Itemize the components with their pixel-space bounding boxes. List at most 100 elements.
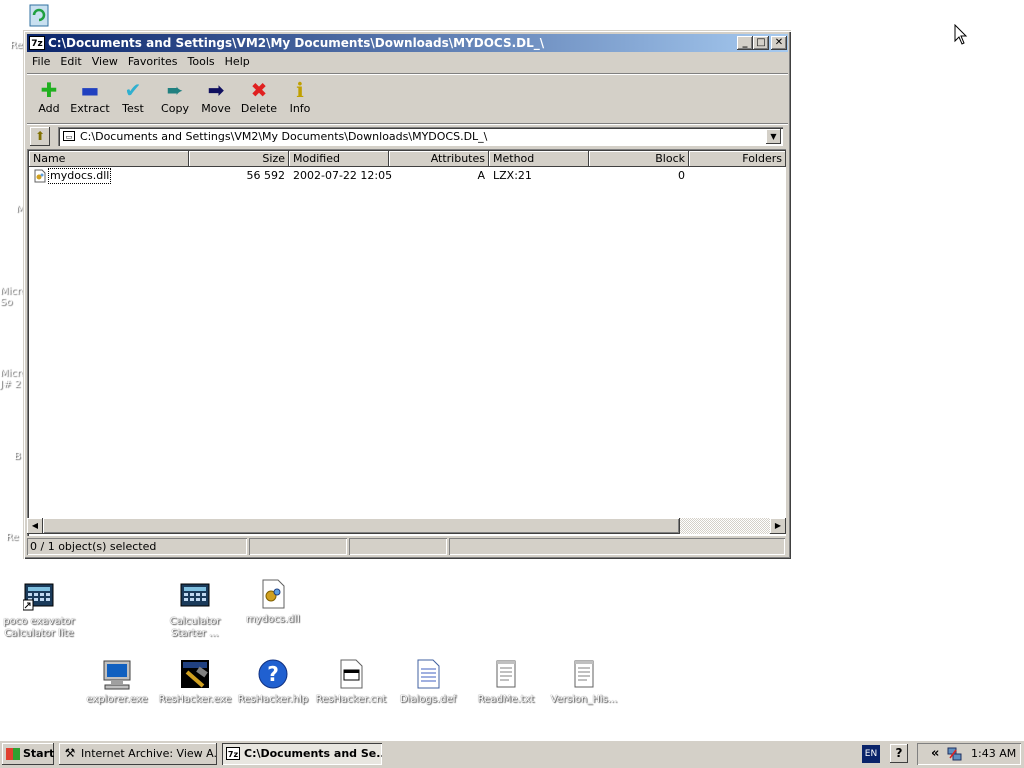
test-button[interactable]: ✔ Test <box>112 78 154 115</box>
show-hidden-icons-chevron[interactable]: « <box>931 746 939 761</box>
network-icon[interactable] <box>947 746 963 765</box>
copy-button[interactable]: ➨ Copy <box>154 78 196 115</box>
desktop-icon-reshacker-hlp[interactable]: ? ResHacker.hlp <box>233 658 313 706</box>
path-combobox[interactable]: ▭ C:\Documents and Settings\VM2\My Docum… <box>58 127 783 146</box>
menu-file[interactable]: File <box>27 53 55 71</box>
desktop-icon-explorer-exe[interactable]: explorer.exe <box>77 658 157 706</box>
desktop-icon-readme-txt[interactable]: ReadMe.txt <box>466 658 546 706</box>
toolbar: ✚ Add ▬ Extract ✔ Test ➨ Copy ➡ Move ✖ D… <box>27 73 788 120</box>
menu-help[interactable]: Help <box>220 53 255 71</box>
menu-favorites[interactable]: Favorites <box>123 53 183 71</box>
windows-logo-icon <box>6 748 20 760</box>
recycle-bin-icon[interactable] <box>26 2 52 28</box>
desktop-icon-mydocs-dll[interactable]: mydocs.dll <box>233 578 313 626</box>
x-icon: ✖ <box>250 78 268 102</box>
file-name[interactable]: mydocs.dll <box>48 168 112 184</box>
move-button[interactable]: ➡ Move <box>195 78 237 115</box>
file-icon <box>33 169 47 188</box>
menu-edit[interactable]: Edit <box>55 53 86 71</box>
close-button[interactable]: ✕ <box>771 36 787 50</box>
clock[interactable]: 1:43 AM <box>971 743 1016 765</box>
delete-button[interactable]: ✖ Delete <box>238 78 280 115</box>
text-file-icon <box>568 658 600 690</box>
column-header-size[interactable]: Size <box>189 151 289 167</box>
info-button[interactable]: ℹ Info <box>279 78 321 115</box>
info-label: Info <box>289 102 311 115</box>
scroll-right-icon[interactable]: ▶ <box>770 518 786 534</box>
help-icon: ? <box>257 658 289 690</box>
calculator-icon <box>179 580 211 612</box>
list-header: Name Size Modified Attributes Method Blo… <box>29 151 786 167</box>
computer-icon <box>101 658 133 690</box>
column-header-name[interactable]: Name <box>29 151 189 167</box>
help-icon[interactable]: ? <box>890 744 908 763</box>
column-header-folders[interactable]: Folders <box>689 151 786 167</box>
chevron-down-icon[interactable]: ▼ <box>766 129 781 144</box>
desktop-icon-label: mydocs.dll <box>246 614 300 625</box>
title-bar[interactable]: 7z C:\Documents and Settings\VM2\My Docu… <box>27 34 788 52</box>
desktop-icon-poco-calculator[interactable]: poco exavator Calculator lite <box>0 580 79 640</box>
menu-tools[interactable]: Tools <box>183 53 220 71</box>
minimize-button[interactable]: _ <box>737 36 753 50</box>
file-modified: 2002-07-22 12:05 <box>293 169 393 182</box>
taskbar-item-7zip[interactable]: 7z C:\Documents and Se... <box>222 743 382 765</box>
cnt-file-icon <box>335 658 367 690</box>
status-pane <box>449 538 785 555</box>
move-label: Move <box>201 102 231 115</box>
start-label: Start <box>23 747 55 760</box>
up-folder-button[interactable]: ⬆ <box>30 127 50 146</box>
check-icon: ✔ <box>124 78 142 102</box>
column-header-modified[interactable]: Modified <box>289 151 389 167</box>
column-header-method[interactable]: Method <box>489 151 589 167</box>
taskbar-item-internet-archive[interactable]: ⚒ Internet Archive: View A... <box>59 743 217 765</box>
copy-arrow-icon: ➨ <box>166 78 184 102</box>
scroll-track[interactable] <box>680 518 770 534</box>
desktop-icon-dialogs-def[interactable]: Dialogs.def <box>388 658 468 706</box>
column-header-block[interactable]: Block <box>589 151 689 167</box>
scroll-left-icon[interactable]: ◀ <box>27 518 43 534</box>
desktop-icon-reshacker-cnt[interactable]: ResHacker.cnt <box>311 658 391 706</box>
desktop-partial-label: B <box>14 451 21 462</box>
move-arrow-icon: ➡ <box>207 78 225 102</box>
mouse-cursor-icon <box>954 23 968 49</box>
file-list[interactable]: Name Size Modified Attributes Method Blo… <box>27 149 786 536</box>
maximize-button[interactable]: □ <box>753 36 769 50</box>
reshacker-icon <box>179 658 211 690</box>
file-method: LZX:21 <box>493 169 532 182</box>
desktop-icon-calculator-starter[interactable]: Calculator Starter ... <box>155 580 235 640</box>
language-indicator[interactable]: EN <box>862 745 880 763</box>
file-attributes: A <box>477 169 485 182</box>
window-title: C:\Documents and Settings\VM2\My Documen… <box>48 36 545 50</box>
start-button[interactable]: Start <box>2 743 54 765</box>
taskbar: Start ⚒ Internet Archive: View A... 7z C… <box>0 740 1024 768</box>
file-block: 0 <box>678 169 685 182</box>
horizontal-scrollbar[interactable]: ◀ ▶ <box>27 518 786 534</box>
column-header-attributes[interactable]: Attributes <box>389 151 489 167</box>
path-text[interactable]: C:\Documents and Settings\VM2\My Documen… <box>80 127 487 146</box>
copy-label: Copy <box>161 102 189 115</box>
add-button[interactable]: ✚ Add <box>28 78 70 115</box>
scroll-thumb[interactable] <box>43 518 680 534</box>
status-pane <box>249 538 347 555</box>
desktop-icon-label: Version_His... <box>550 694 618 705</box>
file-size: 56 592 <box>246 169 286 182</box>
status-pane <box>349 538 447 555</box>
desktop-icon-label: Dialogs.def <box>399 694 457 705</box>
desktop-icon-version-history[interactable]: Version_His... <box>544 658 624 706</box>
hammer-icon: ⚒ <box>64 746 76 760</box>
extract-button[interactable]: ▬ Extract <box>69 78 111 115</box>
dll-icon <box>257 578 289 610</box>
svg-text:?: ? <box>267 662 279 686</box>
desktop-partial-label: Re <box>6 532 19 543</box>
test-label: Test <box>122 102 144 115</box>
text-file-icon <box>490 658 522 690</box>
desktop-icon-reshacker-exe[interactable]: ResHacker.exe <box>155 658 235 706</box>
app-icon[interactable]: 7z <box>29 36 45 50</box>
extract-label: Extract <box>70 102 110 115</box>
menu-view[interactable]: View <box>87 53 123 71</box>
def-file-icon <box>412 658 444 690</box>
app-icon: 7z <box>226 747 240 760</box>
table-row[interactable]: mydocs.dll 56 592 2002-07-22 12:05 A LZX… <box>29 168 786 184</box>
task-label: Internet Archive: View A... <box>81 747 217 760</box>
status-selected: 0 / 1 object(s) selected <box>27 538 247 555</box>
